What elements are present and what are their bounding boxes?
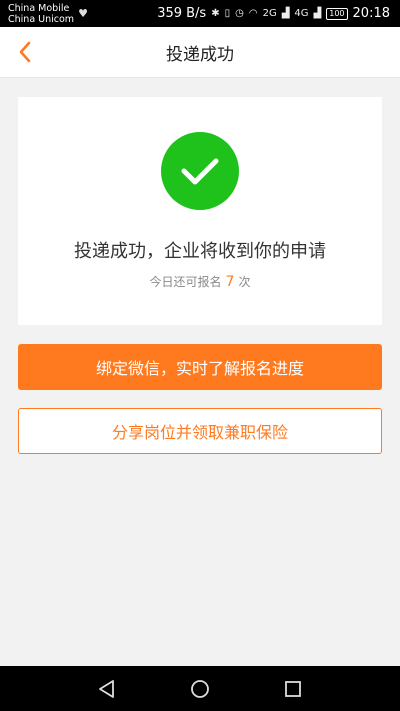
health-icon: ♥ xyxy=(78,7,88,20)
remaining-suffix: 次 xyxy=(238,275,251,289)
triangle-back-icon xyxy=(98,679,114,698)
vibrate-icon: ▯ xyxy=(224,8,231,19)
back-button[interactable] xyxy=(12,39,38,65)
signal-icon-2: ▟ xyxy=(313,8,322,19)
square-recent-icon xyxy=(285,680,302,697)
network-type-1: 2G xyxy=(262,8,277,19)
signal-icon: ▟ xyxy=(281,8,290,19)
remaining-count-text: 今日还可报名 7 次 xyxy=(18,273,382,290)
nav-recent-button[interactable] xyxy=(273,669,313,709)
wifi-icon: ◠ xyxy=(248,8,258,19)
share-job-button[interactable]: 分享岗位并领取兼职保险 xyxy=(18,408,382,454)
check-circle-icon xyxy=(161,132,239,210)
carrier-1: China Mobile xyxy=(8,2,70,14)
header: 投递成功 xyxy=(0,27,400,78)
status-time: 20:18 xyxy=(352,6,390,21)
network-speed: 359 B/s xyxy=(157,6,207,21)
nav-back-button[interactable] xyxy=(87,669,127,709)
status-indicators: 359 B/s ✱ ▯ ◷ ◠ 2G ▟ 4G ▟ 100 20:18 xyxy=(157,6,390,21)
page-title: 投递成功 xyxy=(166,44,234,65)
circle-home-icon xyxy=(191,679,209,698)
remaining-count: 7 xyxy=(225,274,235,290)
alarm-icon: ◷ xyxy=(235,8,244,19)
battery-icon: 100 xyxy=(326,7,348,20)
success-message: 投递成功，企业将收到你的申请 xyxy=(74,241,326,262)
network-type-2: 4G xyxy=(294,8,309,19)
navigation-bar xyxy=(0,666,400,711)
bluetooth-icon: ✱ xyxy=(211,8,220,19)
nav-home-button[interactable] xyxy=(180,669,220,709)
carrier-2: China Unicom xyxy=(8,13,75,25)
remaining-prefix: 今日还可报名 xyxy=(149,275,222,289)
status-bar: China Mobile China Unicom ♥ 359 B/s ✱ ▯ … xyxy=(0,0,400,27)
carrier-info: China Mobile China Unicom ♥ xyxy=(8,3,88,25)
chevron-left-icon xyxy=(19,41,31,63)
bind-wechat-button[interactable]: 绑定微信，实时了解报名进度 xyxy=(18,344,382,390)
success-card: 投递成功，企业将收到你的申请 今日还可报名 7 次 xyxy=(18,97,382,325)
